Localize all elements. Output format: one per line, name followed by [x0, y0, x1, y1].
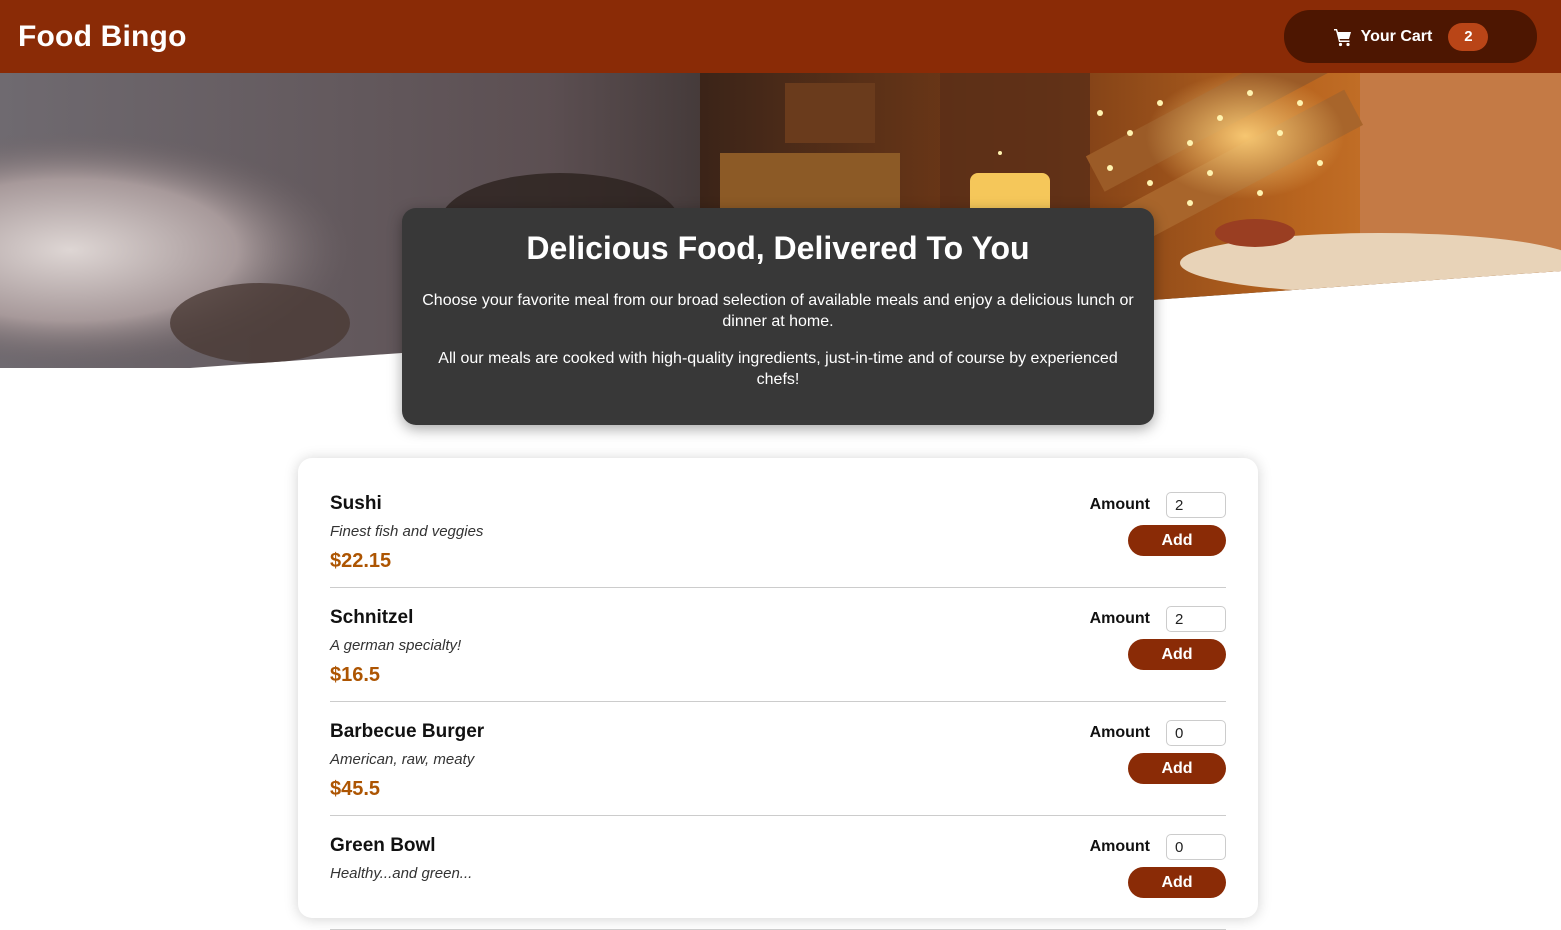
meal-description: Healthy...and green...: [330, 865, 473, 882]
add-button[interactable]: Add: [1128, 639, 1226, 670]
meal-item: Barbecue Burger American, raw, meaty $45…: [330, 702, 1226, 816]
meal-description: A german specialty!: [330, 637, 462, 654]
meal-form: Amount Add: [1090, 720, 1226, 815]
amount-row: Amount: [1090, 720, 1226, 746]
amount-input[interactable]: [1166, 720, 1226, 746]
meal-item: Green Bowl Healthy...and green... Amount…: [330, 816, 1226, 930]
cart-button[interactable]: Your Cart 2: [1284, 10, 1537, 63]
meal-name: Barbecue Burger: [330, 721, 485, 742]
meal-name: Schnitzel: [330, 607, 414, 628]
meal-info: Schnitzel A german specialty! $16.5: [330, 606, 461, 701]
cart-count-badge: 2: [1448, 22, 1489, 51]
meal-description: American, raw, meaty: [330, 751, 475, 768]
amount-label: Amount: [1089, 838, 1150, 855]
meal-price: $45.5: [330, 778, 381, 800]
meal-info: Barbecue Burger American, raw, meaty $45…: [330, 720, 484, 815]
meal-form: Amount Add: [1090, 492, 1226, 587]
shopping-cart-icon: [1333, 27, 1353, 47]
meal-info: Sushi Finest fish and veggies $22.15: [330, 492, 483, 587]
summary-title: Delicious Food, Delivered To You: [526, 230, 1030, 266]
add-button[interactable]: Add: [1128, 753, 1226, 784]
amount-label: Amount: [1089, 496, 1150, 513]
add-button[interactable]: Add: [1128, 867, 1226, 898]
summary-paragraph: All our meals are cooked with high-quali…: [438, 350, 1118, 388]
meal-form: Amount Add: [1090, 606, 1226, 701]
amount-row: Amount: [1090, 834, 1226, 860]
meals-list-card: Sushi Finest fish and veggies $22.15 Amo…: [298, 458, 1258, 930]
meal-description: Finest fish and veggies: [330, 523, 484, 540]
meal-form: Amount Add: [1090, 834, 1226, 929]
amount-label: Amount: [1089, 610, 1150, 627]
cart-label: Your Cart: [1360, 27, 1433, 45]
meal-info: Green Bowl Healthy...and green...: [330, 834, 472, 929]
app-header: Food Bingo Your Cart 2: [0, 0, 1561, 73]
meals-list: Sushi Finest fish and veggies $22.15 Amo…: [330, 474, 1226, 930]
amount-row: Amount: [1090, 606, 1226, 632]
meal-item: Sushi Finest fish and veggies $22.15 Amo…: [330, 474, 1226, 588]
add-button[interactable]: Add: [1128, 525, 1226, 556]
amount-input[interactable]: [1166, 492, 1226, 518]
meal-name: Green Bowl: [330, 835, 436, 856]
app-title: Food Bingo: [18, 19, 187, 53]
amount-input[interactable]: [1166, 606, 1226, 632]
summary-paragraph: Choose your favorite meal from our broad…: [422, 292, 1134, 330]
meal-price: $16.5: [330, 664, 381, 686]
amount-row: Amount: [1090, 492, 1226, 518]
meal-name: Sushi: [330, 493, 382, 514]
amount-label: Amount: [1089, 724, 1150, 741]
meal-price: $22.15: [330, 550, 392, 572]
amount-input[interactable]: [1166, 834, 1226, 860]
meal-item: Schnitzel A german specialty! $16.5 Amou…: [330, 588, 1226, 702]
summary-box: Delicious Food, Delivered To You Choose …: [402, 208, 1154, 425]
